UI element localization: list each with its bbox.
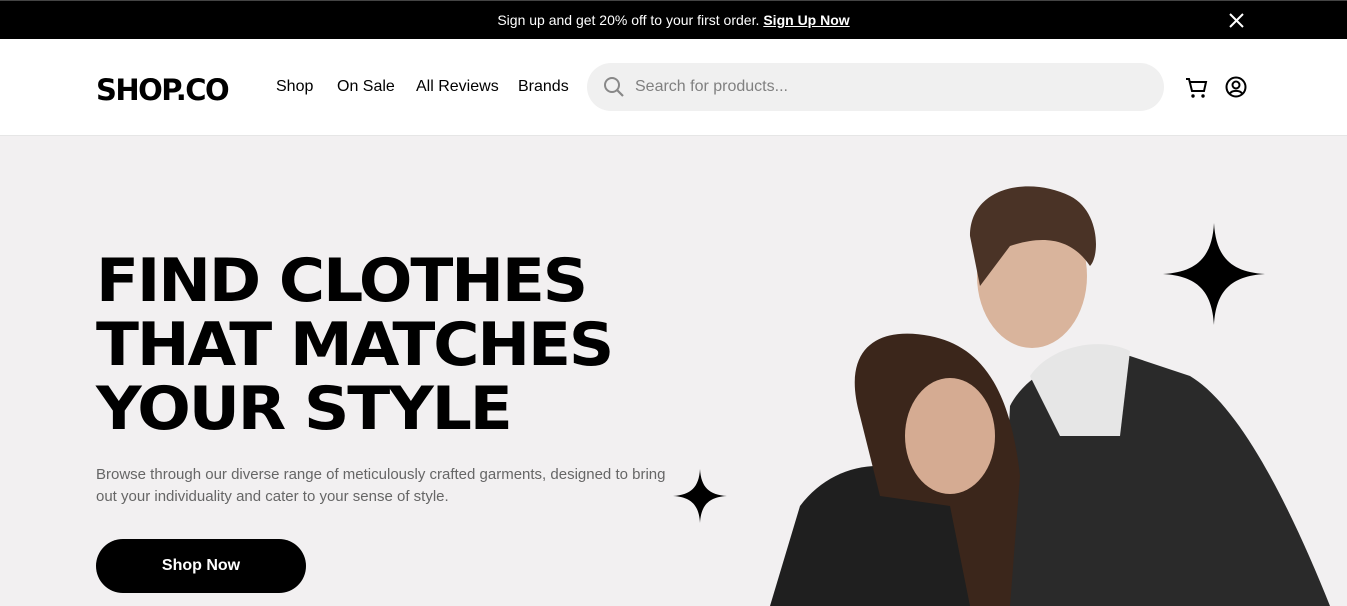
hero-title-line: YOUR STYLE bbox=[96, 374, 513, 444]
announcement-text: Sign up and get 20% off to your first or… bbox=[497, 12, 760, 28]
hero-section: FIND CLOTHES THAT MATCHES YOUR STYLE Bro… bbox=[0, 136, 1347, 606]
header: SHOP.CO Shop On Sale All Reviews Brands bbox=[0, 39, 1347, 136]
sparkle-icon bbox=[673, 469, 727, 523]
search-icon bbox=[604, 77, 624, 97]
nav-all-reviews[interactable]: All Reviews bbox=[416, 78, 499, 96]
cart-icon[interactable] bbox=[1185, 77, 1208, 99]
nav-on-sale[interactable]: On Sale bbox=[337, 78, 395, 96]
logo[interactable]: SHOP.CO bbox=[96, 73, 230, 107]
hero-models-image bbox=[770, 186, 1330, 606]
hero-title: FIND CLOTHES THAT MATCHES YOUR STYLE bbox=[96, 246, 614, 444]
hero-title-line: FIND CLOTHES bbox=[96, 246, 588, 316]
sign-up-link[interactable]: Sign Up Now bbox=[763, 12, 849, 28]
announcement-bar: Sign up and get 20% off to your first or… bbox=[0, 0, 1347, 39]
user-account-icon[interactable] bbox=[1225, 76, 1247, 98]
search-input[interactable] bbox=[635, 78, 1115, 96]
hero-description: Browse through our diverse range of meti… bbox=[96, 466, 666, 505]
close-icon[interactable] bbox=[1228, 12, 1245, 29]
shop-now-button[interactable]: Shop Now bbox=[96, 539, 306, 593]
search-bar bbox=[587, 63, 1164, 111]
nav-brands[interactable]: Brands bbox=[518, 78, 569, 96]
nav-shop[interactable]: Shop bbox=[276, 78, 313, 96]
hero-title-line: THAT MATCHES bbox=[96, 310, 614, 380]
